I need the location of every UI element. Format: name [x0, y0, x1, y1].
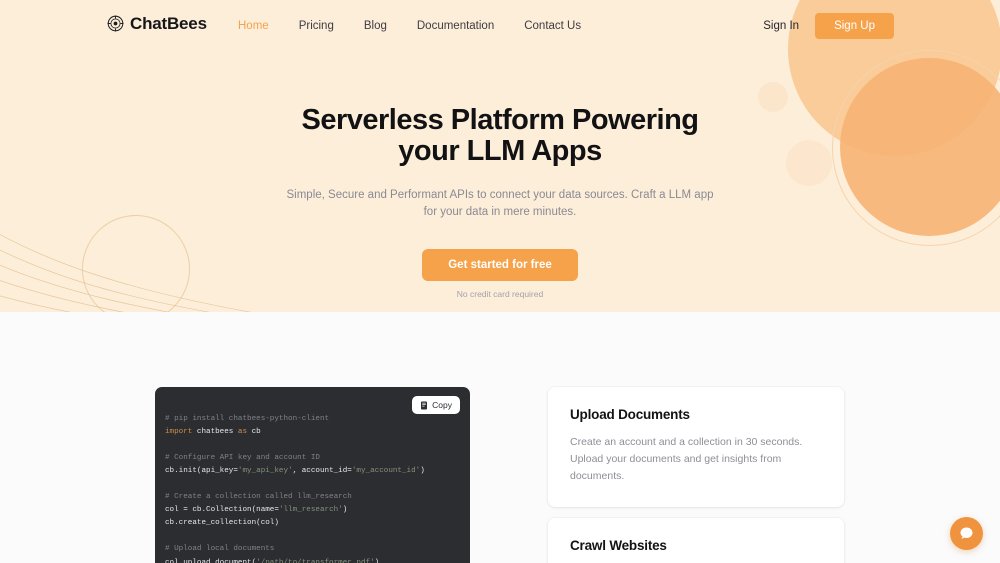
feature-card-upload-documents[interactable]: Upload Documents Create an account and a… — [548, 387, 844, 507]
hero-title-line-2: your LLM Apps — [398, 135, 602, 168]
chat-widget-button[interactable] — [950, 517, 983, 550]
hero-section: ChatBees Home Pricing Blog Documentation… — [0, 0, 1000, 312]
code-line-comment-4: # Upload local documents — [165, 545, 275, 554]
nav-link-blog[interactable]: Blog — [364, 20, 387, 32]
nav-link-documentation[interactable]: Documentation — [417, 20, 494, 32]
feature-card-title: Crawl Websites — [570, 538, 667, 553]
brand-name: ChatBees — [130, 14, 207, 33]
copy-button[interactable]: Copy — [412, 396, 460, 414]
feature-card-list: Upload Documents Create an account and a… — [548, 387, 844, 563]
nav-link-contact-us[interactable]: Contact Us — [524, 20, 581, 32]
code-block: # pip install chatbees-python-client imp… — [165, 415, 425, 563]
nav-link-pricing[interactable]: Pricing — [299, 20, 334, 32]
features-section: Copy # pip install chatbees-python-clien… — [0, 312, 1000, 563]
target-circle-icon — [107, 15, 124, 32]
copy-button-label: Copy — [432, 400, 452, 410]
brand-logo[interactable]: ChatBees — [107, 15, 207, 32]
code-line-create-collection: cb.create_collection(col) — [165, 519, 279, 528]
feature-card-crawl-websites[interactable]: Crawl Websites Crawl a website into a co… — [548, 518, 844, 563]
clipboard-icon — [421, 400, 428, 410]
sign-in-link[interactable]: Sign In — [761, 16, 801, 36]
nav-link-home[interactable]: Home — [238, 20, 269, 32]
landing-page: ChatBees Home Pricing Blog Documentation… — [0, 0, 1000, 563]
code-line-comment-2: # Configure API key and account ID — [165, 454, 320, 463]
get-started-button[interactable]: Get started for free — [422, 249, 578, 282]
feature-card-title: Upload Documents — [570, 407, 690, 422]
hero-title-line-1: Serverless Platform Powering — [301, 104, 700, 136]
chat-bubble-icon — [960, 527, 973, 539]
nav-links: Home Pricing Blog Documentation Contact … — [238, 20, 581, 32]
code-line-comment-3: # Create a collection called llm_researc… — [165, 493, 352, 502]
sign-up-button[interactable]: Sign Up — [815, 13, 894, 39]
hero-subtitle: Simple, Secure and Performant APIs to co… — [286, 188, 714, 219]
hero-cta-group: Get started for free No credit card requ… — [0, 249, 1000, 299]
code-line-comment-1: # pip install chatbees-python-client — [165, 415, 330, 423]
code-sample-panel: Copy # pip install chatbees-python-clien… — [155, 387, 470, 563]
cta-note: No credit card required — [456, 289, 544, 300]
nav-actions: Sign In Sign Up — [761, 13, 894, 39]
feature-card-text: Create an account and a collection in 30… — [570, 436, 803, 482]
page-title: Serverless Platform Powering your LLM Ap… — [0, 104, 1000, 168]
top-navigation: ChatBees Home Pricing Blog Documentation… — [0, 0, 1000, 52]
